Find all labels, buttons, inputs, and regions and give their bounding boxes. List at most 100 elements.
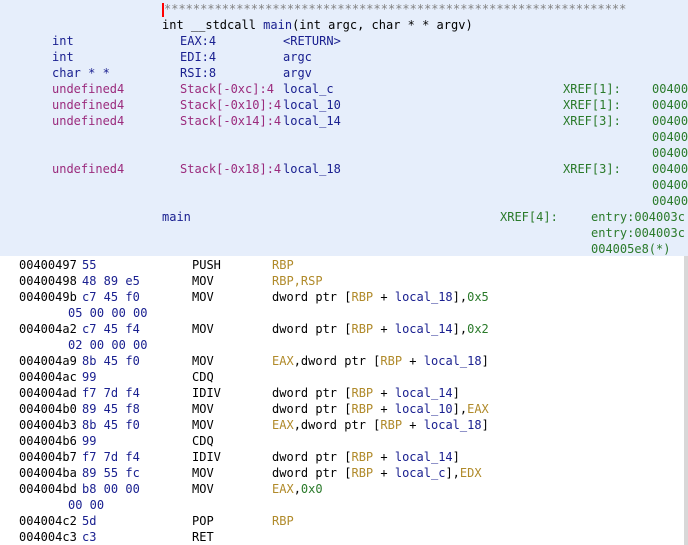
instruction-operands[interactable]: EAX,dword ptr [RBP + local_18] <box>272 353 489 369</box>
param-name[interactable]: <RETURN> <box>283 33 341 49</box>
param-xref-address[interactable]: 00400 <box>652 129 688 145</box>
instruction-address[interactable]: 004004b3 <box>19 417 77 433</box>
instruction-address[interactable]: 004004ad <box>19 385 77 401</box>
operand-register[interactable]: RBP <box>351 290 373 304</box>
operand-local-variable[interactable]: local_10 <box>395 402 453 416</box>
operand-local-variable[interactable]: local_18 <box>395 290 453 304</box>
instruction-operands[interactable]: dword ptr [RBP + local_14] <box>272 449 460 465</box>
vertical-scrollbar[interactable] <box>684 256 688 545</box>
instruction-mnemonic[interactable]: MOV <box>192 353 214 369</box>
instruction-bytes[interactable]: f7 7d f4 <box>82 385 140 401</box>
instruction-operands[interactable]: dword ptr [RBP + local_c],EDX <box>272 465 482 481</box>
instruction-bytes[interactable]: 5d <box>82 513 96 529</box>
operand-local-variable[interactable]: local_14 <box>395 450 453 464</box>
operand-local-variable[interactable]: local_14 <box>395 386 453 400</box>
instruction-address[interactable]: 004004c2 <box>19 513 77 529</box>
param-xref-count[interactable]: XREF[3]: <box>563 113 621 129</box>
instruction-bytes[interactable]: 48 89 e5 <box>82 273 140 289</box>
instruction-mnemonic[interactable]: MOV <box>192 273 214 289</box>
param-xref-address[interactable]: 00400 <box>652 193 688 209</box>
operand-register[interactable]: RBP <box>380 418 402 432</box>
function-signature[interactable]: int __stdcall main(int argc, char * * ar… <box>162 17 473 33</box>
instruction-bytes[interactable]: 05 00 00 00 <box>68 305 147 321</box>
instruction-bytes[interactable]: c3 <box>82 529 96 545</box>
instruction-bytes[interactable]: 00 00 <box>68 497 104 513</box>
instruction-operands[interactable]: dword ptr [RBP + local_10],EAX <box>272 401 489 417</box>
operand-constant[interactable]: 0x5 <box>467 290 489 304</box>
operand-register[interactable]: RBP,RSP <box>272 274 323 288</box>
instruction-address[interactable]: 0040049b <box>19 289 77 305</box>
instruction-address[interactable]: 004004ba <box>19 465 77 481</box>
function-label[interactable]: main <box>162 209 191 225</box>
instruction-mnemonic[interactable]: CDQ <box>192 433 214 449</box>
instruction-bytes[interactable]: 8b 45 f0 <box>82 353 140 369</box>
instruction-mnemonic[interactable]: PUSH <box>192 257 221 273</box>
instruction-bytes[interactable]: 55 <box>82 257 96 273</box>
operand-register[interactable]: RBP <box>380 354 402 368</box>
operand-local-variable[interactable]: local_14 <box>395 322 453 336</box>
instruction-bytes[interactable]: b8 00 00 <box>82 481 140 497</box>
instruction-mnemonic[interactable]: MOV <box>192 401 214 417</box>
instruction-address[interactable]: 004004b0 <box>19 401 77 417</box>
param-xref-address[interactable]: 00400 <box>652 113 688 129</box>
instruction-operands[interactable]: RBP <box>272 513 294 529</box>
instruction-mnemonic[interactable]: MOV <box>192 321 214 337</box>
instruction-address[interactable]: 00400498 <box>19 273 77 289</box>
param-xref-count[interactable]: XREF[3]: <box>563 161 621 177</box>
disassembly-listing[interactable]: ****************************************… <box>0 0 688 545</box>
param-xref-address[interactable]: 00400 <box>652 81 688 97</box>
operand-register[interactable]: RBP <box>351 386 373 400</box>
operand-register[interactable]: RBP <box>272 514 294 528</box>
instruction-bytes[interactable]: 89 55 fc <box>82 465 140 481</box>
operand-local-variable[interactable]: local_18 <box>424 354 482 368</box>
param-name[interactable]: local_14 <box>283 113 341 129</box>
operand-constant[interactable]: 0x0 <box>301 482 323 496</box>
param-xref-address[interactable]: 00400 <box>652 161 688 177</box>
param-name[interactable]: argv <box>283 65 312 81</box>
param-name[interactable]: local_18 <box>283 161 341 177</box>
instruction-operands[interactable]: EAX,dword ptr [RBP + local_18] <box>272 417 489 433</box>
operand-register[interactable]: RBP <box>351 402 373 416</box>
param-name[interactable]: local_c <box>283 81 334 97</box>
instruction-bytes[interactable]: c7 45 f4 <box>82 321 140 337</box>
label-xref-count[interactable]: XREF[4]: <box>500 209 558 225</box>
operand-register[interactable]: EDX <box>460 466 482 480</box>
instruction-operands[interactable]: dword ptr [RBP + local_18],0x5 <box>272 289 489 305</box>
instruction-operands[interactable]: dword ptr [RBP + local_14] <box>272 385 460 401</box>
instruction-address[interactable]: 004004a9 <box>19 353 77 369</box>
instruction-operands[interactable]: RBP,RSP <box>272 273 323 289</box>
instruction-mnemonic[interactable]: CDQ <box>192 369 214 385</box>
instruction-address[interactable]: 004004b6 <box>19 433 77 449</box>
param-name[interactable]: argc <box>283 49 312 65</box>
label-xref-entry[interactable]: entry:004003c <box>591 225 685 241</box>
instruction-bytes[interactable]: 99 <box>82 369 96 385</box>
instruction-address[interactable]: 004004bd <box>19 481 77 497</box>
label-xref-entry[interactable]: entry:004003c <box>591 209 685 225</box>
instruction-bytes[interactable]: f7 7d f4 <box>82 449 140 465</box>
instruction-mnemonic[interactable]: MOV <box>192 481 214 497</box>
instruction-operands[interactable]: EAX,0x0 <box>272 481 323 497</box>
instruction-address[interactable]: 004004c3 <box>19 529 77 545</box>
instruction-bytes[interactable]: 99 <box>82 433 96 449</box>
instruction-address[interactable]: 004004b7 <box>19 449 77 465</box>
instruction-operands[interactable]: RBP <box>272 257 294 273</box>
operand-register[interactable]: EAX <box>272 418 294 432</box>
param-xref-count[interactable]: XREF[1]: <box>563 97 621 113</box>
signature-function-name[interactable]: main <box>263 18 292 32</box>
instruction-address[interactable]: 004004ac <box>19 369 77 385</box>
instruction-mnemonic[interactable]: IDIV <box>192 449 221 465</box>
instruction-mnemonic[interactable]: MOV <box>192 465 214 481</box>
param-xref-address[interactable]: 00400 <box>652 145 688 161</box>
instruction-bytes[interactable]: 8b 45 f0 <box>82 417 140 433</box>
label-xref-entry[interactable]: 004005e8(*) <box>591 241 670 257</box>
instruction-mnemonic[interactable]: MOV <box>192 417 214 433</box>
operand-register[interactable]: RBP <box>351 466 373 480</box>
instruction-mnemonic[interactable]: IDIV <box>192 385 221 401</box>
param-name[interactable]: local_10 <box>283 97 341 113</box>
param-xref-address[interactable]: 00400 <box>652 97 688 113</box>
operand-register[interactable]: RBP <box>272 258 294 272</box>
operand-register[interactable]: RBP <box>351 322 373 336</box>
operand-register[interactable]: EAX <box>467 402 489 416</box>
operand-local-variable[interactable]: local_18 <box>424 418 482 432</box>
operand-register[interactable]: EAX <box>272 354 294 368</box>
